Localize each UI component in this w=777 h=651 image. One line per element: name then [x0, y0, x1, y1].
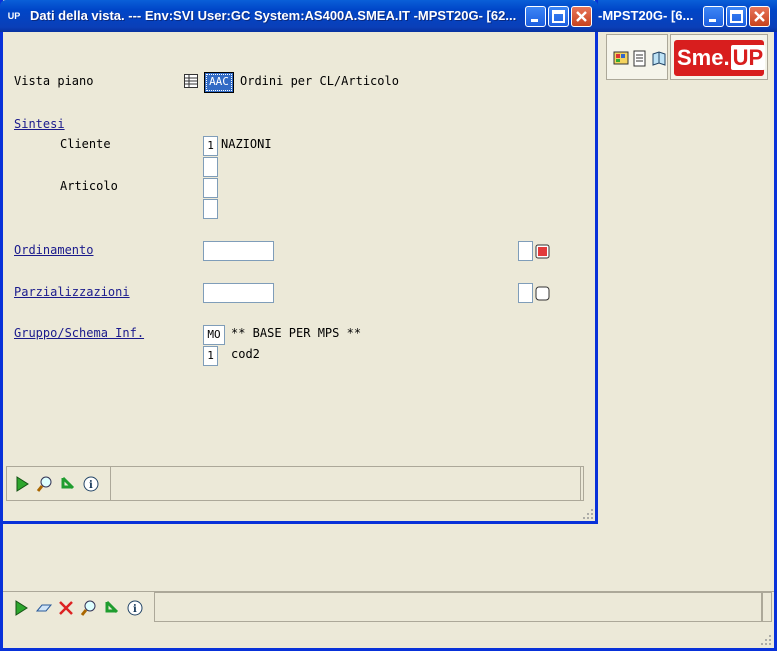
resize-grip-icon[interactable]	[582, 508, 594, 520]
dialog-message-field	[110, 467, 580, 500]
ordinamento-link[interactable]: Ordinamento	[14, 243, 93, 257]
info-icon[interactable]: i	[126, 599, 144, 617]
gruppo-code-field-2[interactable]: 1	[203, 346, 218, 366]
background-window-title: -MPST20G- [6...	[598, 8, 694, 23]
document-list-icon[interactable]	[632, 50, 650, 68]
maximize-button[interactable]	[726, 6, 747, 27]
ordinamento-flag-field[interactable]	[518, 241, 533, 261]
delete-x-icon[interactable]	[57, 599, 75, 617]
cliente-code-field[interactable]: 1	[203, 136, 218, 156]
maximize-icon	[552, 10, 565, 23]
red-square-icon[interactable]	[535, 244, 550, 259]
dialog-title: Dati della vista. --- Env:SVI User:GC Sy…	[30, 8, 517, 23]
minimize-icon	[531, 19, 538, 22]
gruppo-description-2: cod2	[231, 347, 260, 361]
book-icon[interactable]	[651, 50, 669, 68]
search-icon[interactable]	[36, 475, 54, 493]
close-button[interactable]	[749, 6, 770, 27]
svg-text:i: i	[89, 480, 93, 491]
play-icon[interactable]	[12, 599, 30, 617]
articolo-code-field-2[interactable]	[203, 199, 218, 219]
parzializzazioni-flag-field[interactable]	[518, 283, 533, 303]
logo-text: Sme.	[677, 45, 730, 70]
maximize-icon	[730, 10, 743, 23]
background-scroll[interactable]	[762, 592, 772, 622]
gruppo-schema-link[interactable]: Gruppo/Schema Inf.	[14, 326, 144, 340]
color-palette-icon[interactable]	[613, 50, 631, 68]
cliente-value: NAZIONI	[221, 137, 272, 151]
minimize-icon	[709, 19, 716, 22]
dialog-minimize-button[interactable]	[525, 6, 546, 27]
close-icon	[576, 11, 587, 22]
close-icon	[754, 11, 765, 22]
table-view-icon[interactable]	[184, 74, 198, 88]
resize-grip-icon[interactable]	[760, 634, 772, 646]
dialog-client-area	[3, 32, 595, 521]
vista-piano-code[interactable]: AAC	[204, 72, 234, 93]
ordinamento-field[interactable]	[203, 241, 274, 261]
articolo-code-field[interactable]	[203, 178, 218, 198]
parzializzazioni-field[interactable]	[203, 283, 274, 303]
search-icon[interactable]	[80, 599, 98, 617]
app-icon: UP	[7, 11, 21, 21]
parzializzazioni-link[interactable]: Parzializzazioni	[14, 285, 130, 299]
back-arrow-icon[interactable]	[103, 599, 121, 617]
footer-separator	[580, 466, 581, 501]
logo-up-text: UP	[730, 45, 766, 70]
info-icon[interactable]: i	[82, 475, 100, 493]
smeup-logo: Sme. UP	[674, 40, 766, 76]
vista-piano-description: Ordini per CL/Articolo	[240, 74, 399, 88]
dialog-maximize-button[interactable]	[548, 6, 569, 27]
cliente-code-field-2[interactable]	[203, 157, 218, 177]
empty-square-icon[interactable]	[535, 286, 550, 301]
back-arrow-icon[interactable]	[59, 475, 77, 493]
play-icon[interactable]	[13, 475, 31, 493]
eraser-icon[interactable]	[35, 599, 53, 617]
gruppo-description: ** BASE PER MPS **	[231, 326, 362, 340]
articolo-label: Articolo	[60, 179, 118, 193]
vista-piano-label: Vista piano	[14, 74, 94, 88]
svg-text:i: i	[133, 604, 137, 615]
dialog-close-button[interactable]	[571, 6, 592, 27]
gruppo-code-field[interactable]: MO	[203, 325, 225, 345]
minimize-button[interactable]	[703, 6, 724, 27]
sintesi-link[interactable]: Sintesi	[14, 117, 65, 131]
cliente-label: Cliente	[60, 137, 111, 151]
background-message-field	[154, 592, 762, 622]
